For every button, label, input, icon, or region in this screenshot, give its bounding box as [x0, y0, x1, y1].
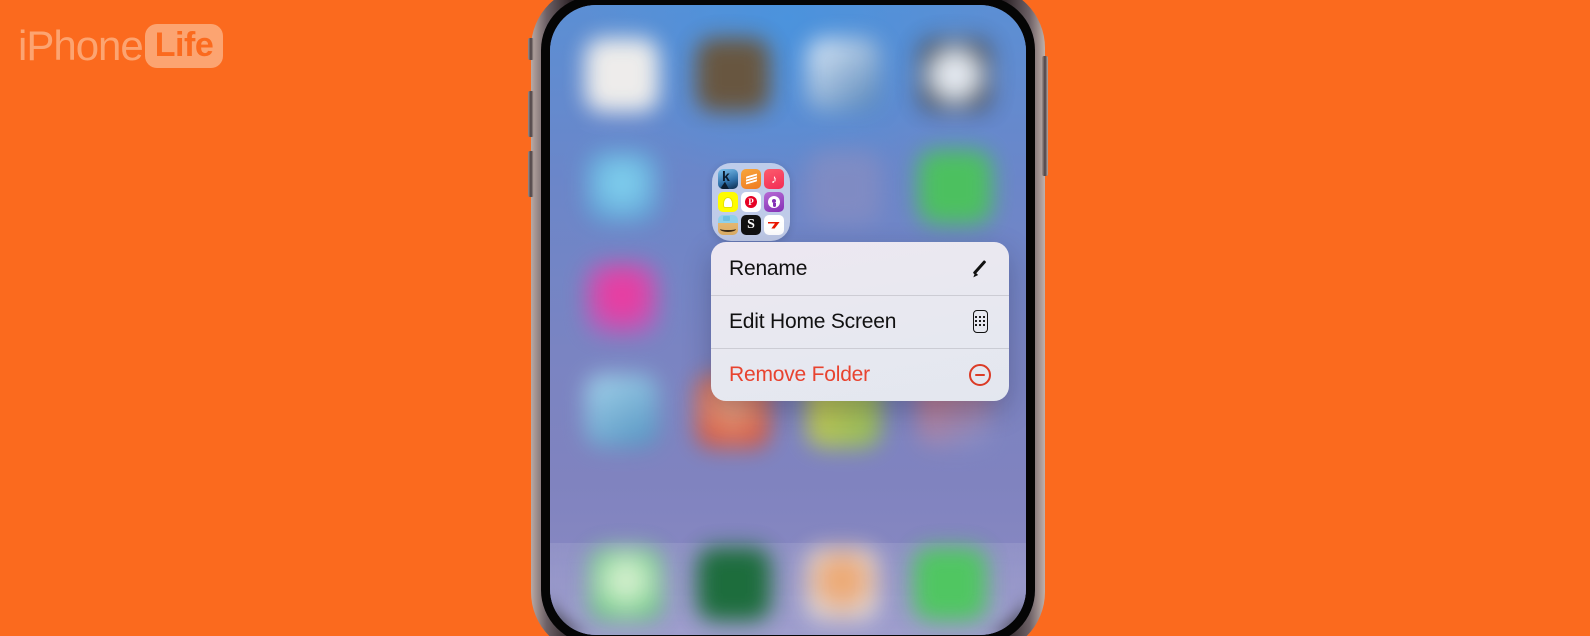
pencil-icon: [968, 257, 992, 281]
mute-switch[interactable]: [528, 38, 534, 60]
selected-folder[interactable]: k ♪ P S: [712, 163, 790, 241]
dock-app-row: [550, 541, 1026, 627]
doordash-icon[interactable]: [764, 215, 784, 235]
iphonelife-logo: iPhone Life: [18, 22, 224, 69]
blurred-app-2-4: [917, 150, 992, 224]
menu-label-edit-home-screen: Edit Home Screen: [729, 309, 897, 333]
dock-app-1: [589, 547, 663, 621]
dock-app-4: [913, 547, 987, 621]
context-menu-item-rename[interactable]: Rename: [711, 242, 1009, 295]
logo-word-life: Life: [154, 26, 214, 64]
amazon-icon[interactable]: [718, 215, 738, 235]
audible-icon[interactable]: [741, 169, 761, 189]
context-menu-item-remove-folder[interactable]: Remove Folder: [711, 348, 1009, 401]
pinterest-icon[interactable]: P: [741, 192, 761, 212]
device-screen: k ♪ P S Rename Edit Home Screen Remove F…: [550, 5, 1026, 635]
snapchat-icon[interactable]: [718, 192, 738, 212]
kindle-icon[interactable]: k: [718, 169, 738, 189]
minus-circle-icon: [968, 363, 992, 387]
volume-down-button[interactable]: [528, 151, 534, 197]
logo-word-iphone: iPhone: [18, 22, 144, 69]
blurred-app-1-4: [917, 38, 992, 112]
side-power-button[interactable]: [1042, 56, 1048, 176]
iphone-device: k ♪ P S Rename Edit Home Screen Remove F…: [528, 0, 1048, 636]
shop-icon[interactable]: S: [741, 215, 761, 235]
blurred-app-3-1: [584, 262, 659, 336]
blurred-app-1-3: [806, 38, 881, 112]
blurred-app-2-1: [584, 150, 659, 224]
logo-life-badge: Life: [144, 24, 224, 68]
menu-label-rename: Rename: [729, 256, 808, 280]
apple-music-icon[interactable]: ♪: [764, 169, 784, 189]
context-menu-item-edit-home-screen[interactable]: Edit Home Screen: [711, 295, 1009, 348]
blurred-app-4-1: [584, 374, 659, 448]
menu-label-remove-folder: Remove Folder: [729, 362, 870, 386]
volume-up-button[interactable]: [528, 91, 534, 137]
dock-app-3: [805, 547, 879, 621]
blurred-app-2-3: [806, 150, 881, 224]
blurred-app-1-2: [695, 38, 770, 112]
blurred-app-1-1: [584, 38, 659, 112]
phone-apps-icon: [968, 310, 992, 334]
dock-app-2: [697, 547, 771, 621]
podcasts-icon[interactable]: [764, 192, 784, 212]
folder-context-menu: Rename Edit Home Screen Remove Folder: [711, 242, 1009, 401]
